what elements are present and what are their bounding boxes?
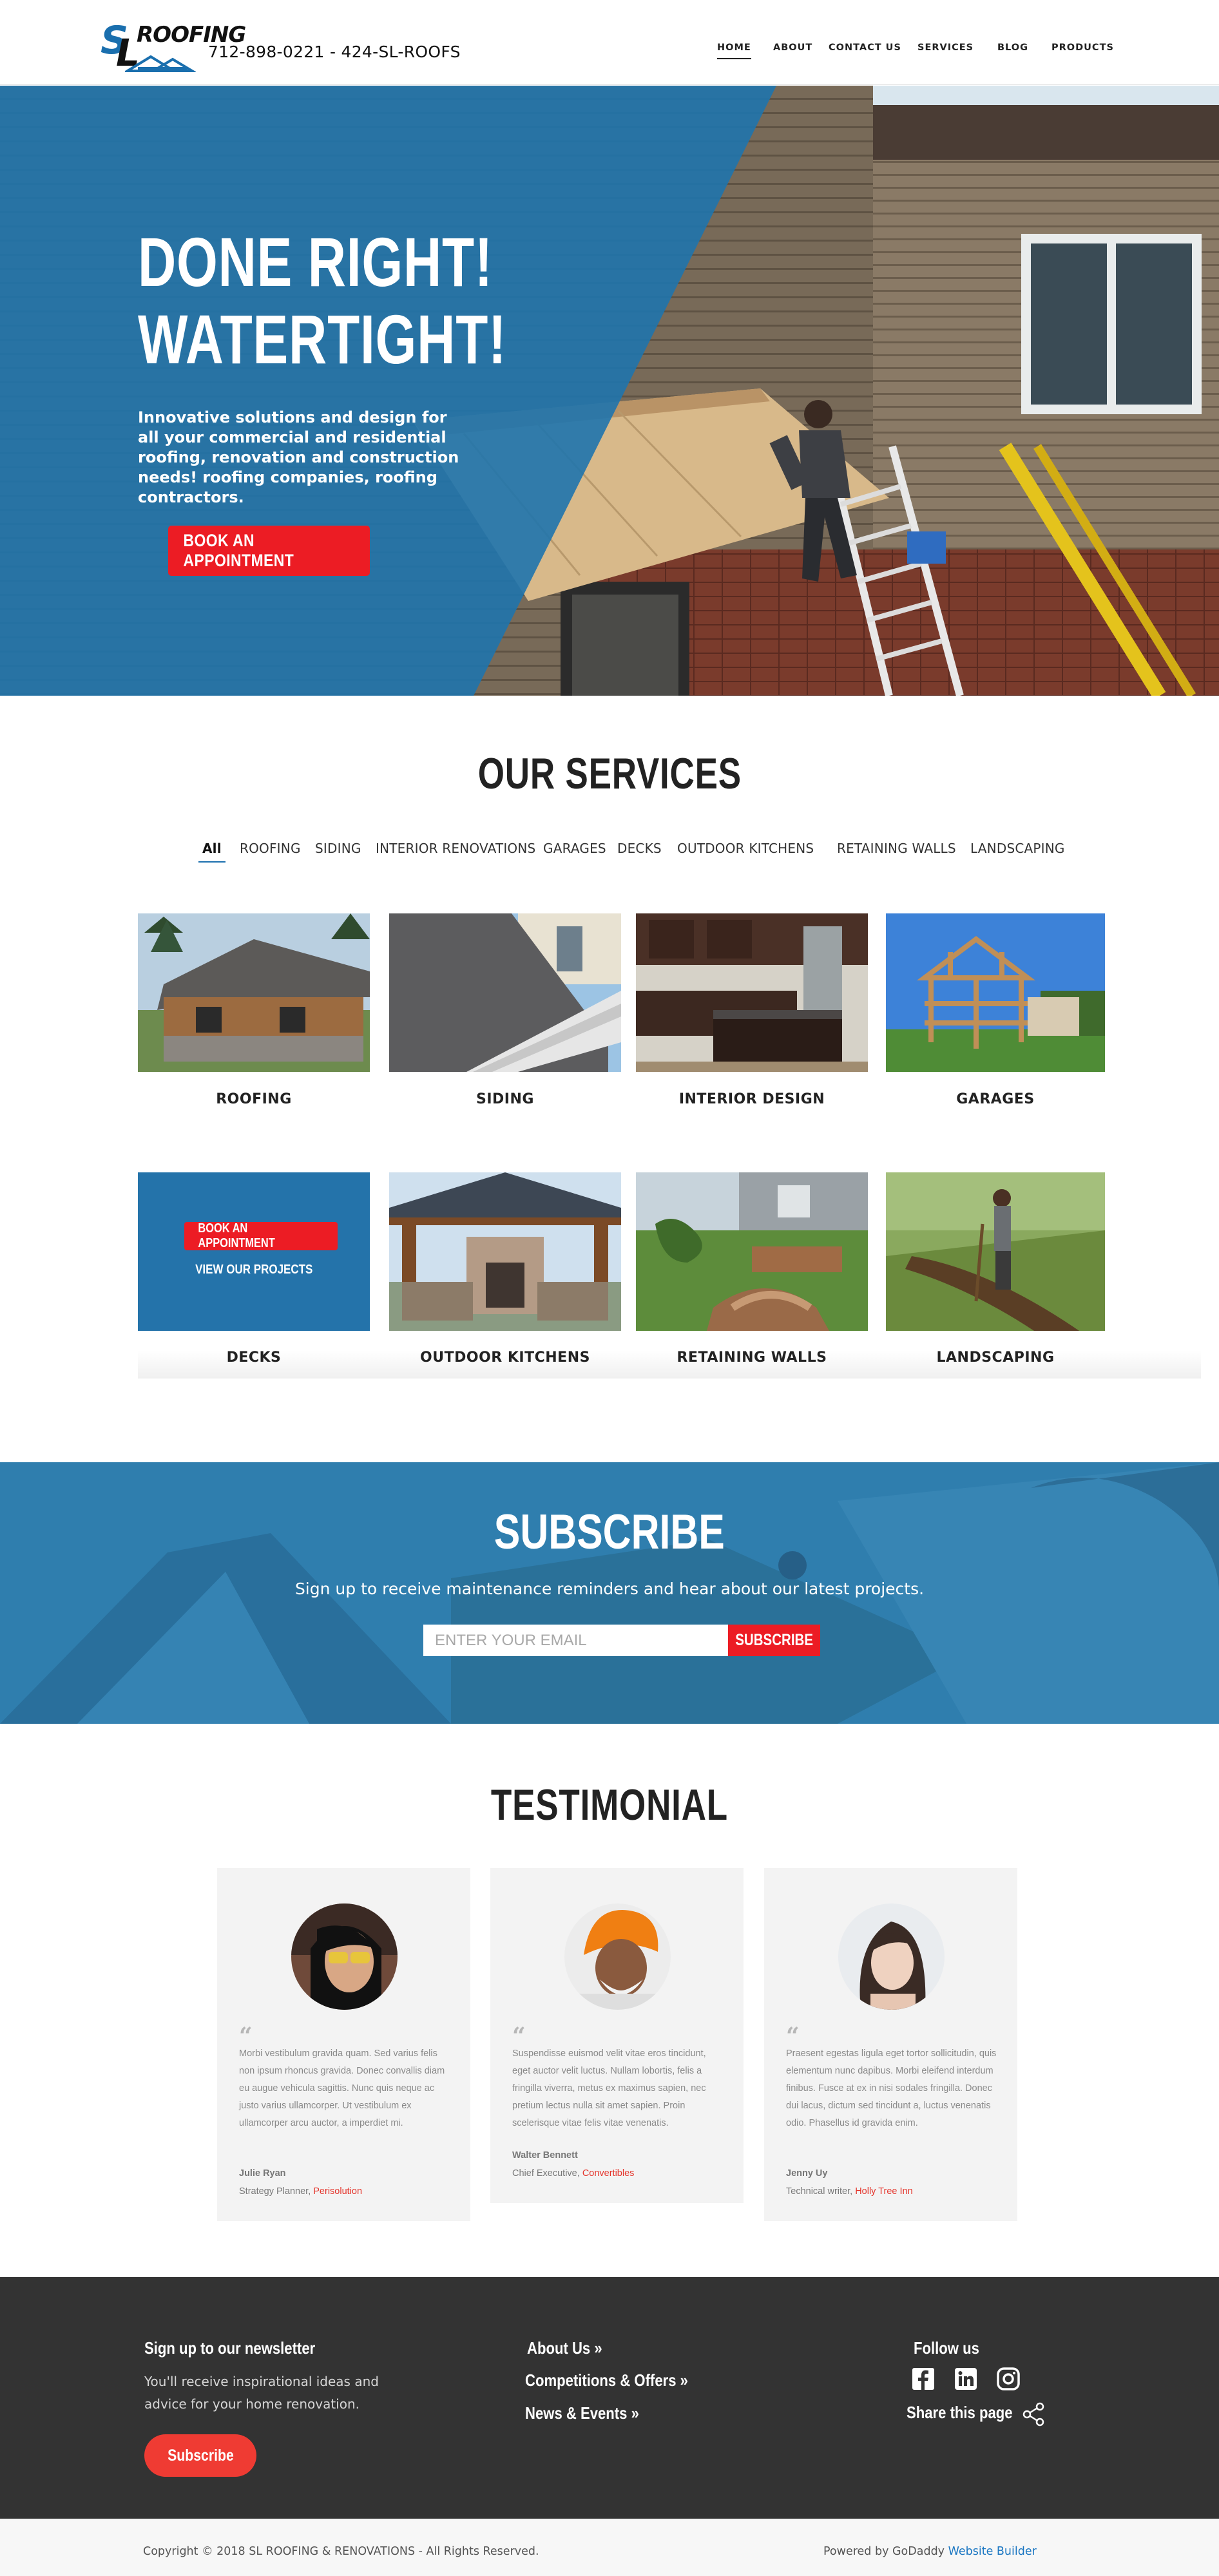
nav-contact-us[interactable]: CONTACT US [829,43,901,53]
hero-background-photo [0,86,1219,696]
testimonial-role: Technical writer, Holly Tree Inn [786,2186,913,2197]
filter-retaining-walls[interactable]: RETAINING WALLS [837,841,956,856]
decks-photo-overlay [138,1172,370,1331]
share-this-page-label: Share this page [907,2403,1013,2422]
filter-garages[interactable]: GARAGES [543,841,606,856]
filter-all[interactable]: All [198,841,226,863]
kitchen-photo [636,913,868,1072]
service-label-siding[interactable]: SIDING [389,1091,621,1107]
avatar-jenny-uy [838,1903,945,2010]
subscribe-title: SUBSCRIBE [494,1505,725,1560]
testimonial-name: Jenny Uy [786,2168,828,2179]
phone-number[interactable]: 712-898-0221 - 424-SL-ROOFS [208,43,461,61]
service-label-retaining-walls[interactable]: RETAINING WALLS [636,1350,868,1366]
outdoor-kitchen-photo [389,1172,621,1331]
testimonial-role: Strategy Planner, Perisolution [239,2186,363,2197]
service-image-outdoor-kitchens[interactable] [389,1172,621,1331]
powered-by: Powered by GoDaddy Website Builder [823,2545,1037,2558]
hero-banner: DONE RIGHT! WATERTIGHT! Innovative solut… [0,86,1219,696]
nav-products[interactable]: PRODUCTS [1051,43,1114,53]
testimonial-company-link[interactable]: Holly Tree Inn [855,2186,912,2197]
book-appointment-button[interactable]: BOOK AN APPOINTMENT [168,526,370,576]
testimonial-card: “ Praesent egestas ligula eget tortor so… [764,1868,1017,2221]
nav-home[interactable]: HOME [717,43,751,59]
footer-link-competitions-offers[interactable]: Competitions & Offers » [525,2371,717,2390]
hero-title: DONE RIGHT! WATERTIGHT! [138,224,506,378]
service-label-interior-design[interactable]: INTERIOR DESIGN [636,1091,868,1107]
garage-framing-photo [886,913,1105,1072]
website-builder-link[interactable]: Website Builder [948,2545,1037,2558]
nav-blog[interactable]: BLOG [997,43,1028,53]
service-label-decks[interactable]: DECKS [138,1350,370,1366]
newsletter-text: You'll receive inspirational ideas and a… [144,2374,379,2412]
testimonial-card: “ Morbi vestibulum gravida quam. Sed var… [217,1868,470,2221]
nav-services[interactable]: SERVICES [917,43,974,53]
filter-decks[interactable]: DECKS [617,841,662,856]
roof-logo-icon [125,55,196,72]
footer-link-news-events[interactable]: News & Events » [525,2403,659,2423]
service-image-retaining-walls[interactable] [636,1172,868,1331]
footer-link-about-us[interactable]: About Us » [527,2338,615,2358]
hero-subtitle: Innovative solutions and design for all … [138,408,459,506]
site-header: S L ROOFING 712-898-0221 - 424-SL-ROOFS … [0,0,1219,85]
service-label-landscaping[interactable]: LANDSCAPING [886,1350,1105,1366]
filter-outdoor-kitchens[interactable]: OUTDOOR KITCHENS [677,841,814,856]
instagram-icon[interactable] [996,2367,1021,2391]
testimonial-name: Julie Ryan [239,2168,286,2179]
filter-siding[interactable]: SIDING [315,841,361,856]
linkedin-icon[interactable] [954,2367,978,2391]
filter-roofing[interactable]: ROOFING [240,841,301,856]
newsletter-subscribe-button[interactable]: Subscribe [144,2434,256,2477]
service-image-landscaping[interactable] [886,1172,1105,1331]
avatar [838,1903,945,2010]
service-image-siding[interactable] [389,913,621,1072]
testimonial-name: Walter Bennett [512,2150,578,2161]
avatar-walter-bennett [564,1903,671,2010]
testimonial-text: Suspendisse euismod velit vitae eros tin… [512,2048,706,2128]
avatar-julie-ryan [291,1903,398,2010]
landscaping-photo [886,1172,1105,1331]
subscribe-button[interactable]: SUBSCRIBE [728,1625,820,1656]
roofing-photo [138,913,370,1072]
testimonial-text: Praesent egestas ligula eget tortor soll… [786,2048,997,2128]
site-logo[interactable]: S L ROOFING [97,17,246,75]
decks-book-appointment-button[interactable]: BOOK AN APPOINTMENT [184,1221,338,1250]
share-icon[interactable] [1021,2401,1047,2427]
facebook-icon[interactable] [911,2367,936,2391]
testimonial-text: Morbi vestibulum gravida quam. Sed variu… [239,2048,445,2128]
copyright-text: Copyright © 2018 SL ROOFING & RENOVATION… [143,2545,539,2558]
testimonial-company-link[interactable]: Perisolution [313,2186,362,2197]
retaining-wall-photo [636,1172,868,1331]
service-image-roofing[interactable] [138,913,370,1072]
services-title: OUR SERVICES [477,749,742,798]
service-label-outdoor-kitchens[interactable]: OUTDOOR KITCHENS [389,1350,621,1366]
testimonial-role: Chief Executive, Convertibles [512,2168,635,2179]
filter-interior-renovations[interactable]: INTERIOR RENOVATIONS [376,841,535,856]
hero-title-line-1: DONE RIGHT! [138,223,493,301]
service-label-garages[interactable]: GARAGES [886,1091,1105,1107]
testimonial-title: TESTIMONIAL [490,1780,729,1829]
avatar [564,1903,671,2010]
testimonial-card: “ Suspendisse euismod velit vitae eros t… [490,1868,744,2203]
newsletter-title: Sign up to our newsletter [144,2338,316,2358]
testimonial-company-link[interactable]: Convertibles [582,2168,635,2179]
service-image-interior-design[interactable] [636,913,868,1072]
follow-us-title: Follow us [914,2338,979,2358]
service-image-decks[interactable] [138,1172,370,1331]
siding-photo [389,913,621,1072]
hero-title-line-2: WATERTIGHT! [138,300,507,378]
email-input[interactable] [423,1625,728,1656]
nav-about[interactable]: ABOUT [773,43,812,53]
view-our-projects-link[interactable]: VIEW OUR PROJECTS [138,1263,370,1277]
subscribe-description: Sign up to receive maintenance reminders… [294,1579,925,1598]
service-label-roofing[interactable]: ROOFING [138,1091,370,1107]
book-appointment-label: BOOK AN APPOINTMENT [183,531,294,570]
filter-landscaping[interactable]: LANDSCAPING [970,841,1065,856]
avatar [291,1903,398,2010]
service-image-garages[interactable] [886,913,1105,1072]
